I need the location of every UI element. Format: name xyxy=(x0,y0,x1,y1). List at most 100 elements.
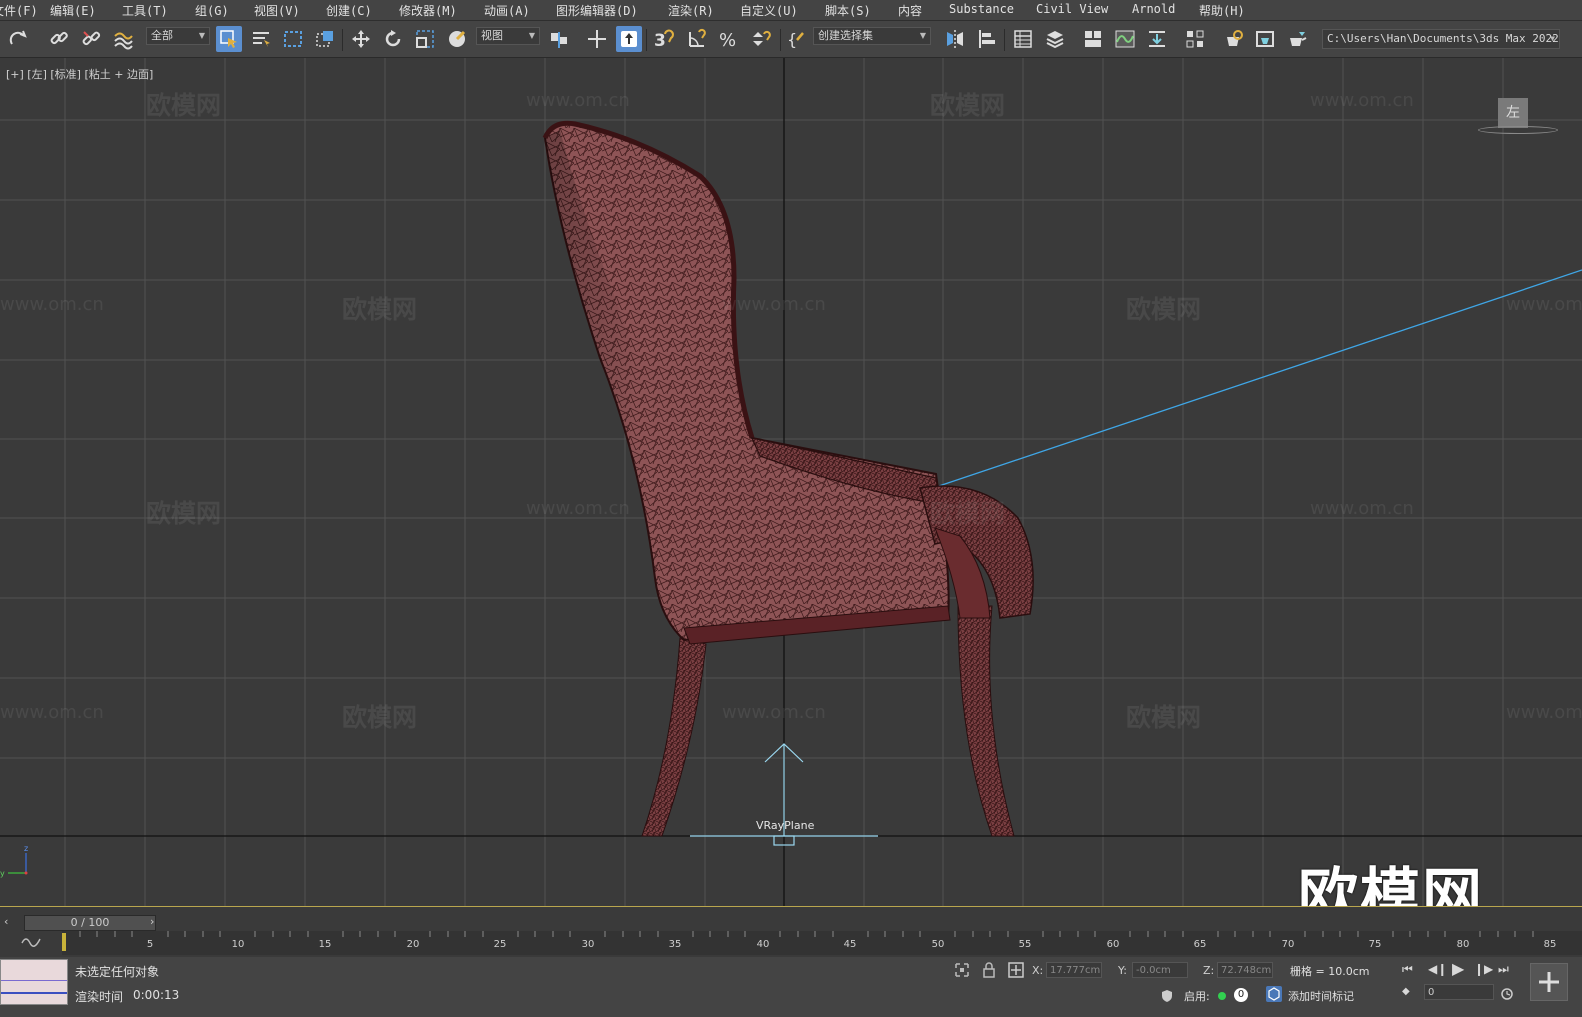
project-path-dropdown[interactable]: C:\Users\Han\Documents\3ds Max 2022 ▼ xyxy=(1322,29,1560,49)
menu-modifiers[interactable]: 修改器(M) xyxy=(399,2,457,19)
timeline-tick-label: 70 xyxy=(1281,939,1295,950)
select-object-icon[interactable] xyxy=(216,26,242,52)
lock-icon[interactable] xyxy=(982,962,996,978)
time-config-icon[interactable] xyxy=(1500,986,1514,1000)
watermark-url: www.om.cn xyxy=(526,498,630,519)
select-manipulate-icon[interactable] xyxy=(584,26,610,52)
rectangular-selection-icon[interactable] xyxy=(280,26,306,52)
reference-coord-dropdown[interactable]: 视图 ▼ xyxy=(476,27,540,45)
menu-substance[interactable]: Substance xyxy=(949,2,1014,16)
window-crossing-icon[interactable] xyxy=(312,26,338,52)
current-frame-field[interactable]: 0 xyxy=(1424,984,1494,1000)
render-setup-icon[interactable] xyxy=(1220,26,1246,52)
timeline-tick-label: 80 xyxy=(1456,939,1470,950)
x-coord-field[interactable]: 17.777cm xyxy=(1046,962,1102,978)
angle-snap-icon[interactable] xyxy=(684,26,710,52)
watermark-url: www.om.cn xyxy=(1310,498,1414,519)
viewport-label[interactable]: [+] [左] [标准] [粘土 + 边面] xyxy=(6,66,153,82)
placement-icon[interactable] xyxy=(444,26,470,52)
curve-editor-icon[interactable] xyxy=(1112,26,1138,52)
schematic-view-icon[interactable] xyxy=(1144,26,1170,52)
toggle-ribbon-icon[interactable] xyxy=(1080,26,1106,52)
bind-space-warp-icon[interactable] xyxy=(110,26,136,52)
maximize-viewport-icon[interactable] xyxy=(1530,963,1568,1001)
move-icon[interactable] xyxy=(348,26,374,52)
menu-scripting[interactable]: 脚本(S) xyxy=(825,2,871,19)
menu-help[interactable]: 帮助(H) xyxy=(1199,2,1245,19)
reference-coord-value: 视图 xyxy=(481,29,503,42)
timeline-tick-label: 5 xyxy=(146,939,154,950)
menu-civil-view[interactable]: Civil View xyxy=(1036,2,1108,16)
timeline-tick-label: 35 xyxy=(668,939,682,950)
redo-icon[interactable] xyxy=(6,26,32,52)
menu-arnold[interactable]: Arnold xyxy=(1132,2,1175,16)
menu-group[interactable]: 组(G) xyxy=(195,2,229,19)
unlink-icon[interactable] xyxy=(78,26,104,52)
menu-graph-editors[interactable]: 图形编辑器(D) xyxy=(556,2,638,19)
timeline-tick-label: 10 xyxy=(231,939,245,950)
snaps-toggle-icon[interactable]: 3 xyxy=(650,26,676,52)
align-icon[interactable] xyxy=(974,26,1000,52)
select-by-name-icon[interactable] xyxy=(248,26,274,52)
percent-snap-icon[interactable]: % xyxy=(716,26,742,52)
rendered-frame-window-icon[interactable] xyxy=(1252,26,1278,52)
time-slider-next-icon[interactable]: › xyxy=(150,915,154,928)
menu-rendering[interactable]: 渲染(R) xyxy=(668,2,714,19)
z-coord-field[interactable]: 72.748cm xyxy=(1217,962,1273,978)
menu-animation[interactable]: 动画(A) xyxy=(484,2,530,19)
maxscript-listener[interactable] xyxy=(0,959,68,1005)
time-tag-icon[interactable] xyxy=(1266,986,1282,1002)
spinner-snap-icon[interactable] xyxy=(748,26,774,52)
mini-curve-editor-icon[interactable] xyxy=(20,933,42,949)
render-time-value: 0:00:13 xyxy=(133,988,180,1002)
isolate-selection-icon[interactable] xyxy=(954,962,970,978)
layer-explorer-icon[interactable] xyxy=(1042,26,1068,52)
pivot-center-icon[interactable] xyxy=(546,26,572,52)
go-to-end-icon[interactable]: ⏭ xyxy=(1498,962,1509,977)
viewcube-ring[interactable] xyxy=(1478,126,1558,134)
time-slider-prev-icon[interactable]: ‹ xyxy=(4,915,8,928)
menu-tools[interactable]: 工具(T) xyxy=(122,2,168,19)
keyboard-shortcut-override-icon[interactable] xyxy=(616,26,642,52)
watermark: 欧模网 xyxy=(930,91,1006,120)
edit-named-selection-icon[interactable]: { xyxy=(784,26,810,52)
viewcube[interactable]: 左 xyxy=(1498,98,1528,128)
svg-text:%: % xyxy=(719,30,736,50)
selection-status: 未选定任何对象 xyxy=(75,965,160,979)
y-coord-field[interactable]: -0.0cm xyxy=(1132,962,1188,978)
material-editor-icon[interactable] xyxy=(1182,26,1208,52)
menu-file[interactable]: 文件(F) xyxy=(0,2,38,19)
selection-filter-value: 全部 xyxy=(151,29,173,42)
status-dot xyxy=(1218,992,1226,1000)
timeline-tick-label: 40 xyxy=(756,939,770,950)
time-slider[interactable]: 0 / 100 xyxy=(24,915,156,931)
previous-frame-icon[interactable]: ◀❙ xyxy=(1428,962,1447,976)
timeline-track[interactable]: 5 10 15 20 25 30 35 40 45 50 55 60 65 70… xyxy=(62,931,1582,955)
menu-edit[interactable]: 编辑(E) xyxy=(50,2,96,19)
add-time-tag-button[interactable]: 添加时间标记 xyxy=(1288,988,1354,1004)
timeline-tick-label: 15 xyxy=(318,939,332,950)
scale-icon[interactable] xyxy=(412,26,438,52)
link-icon[interactable] xyxy=(46,26,72,52)
shield-icon[interactable] xyxy=(1160,988,1174,1002)
absolute-transform-icon[interactable] xyxy=(1008,962,1024,978)
mirror-icon[interactable] xyxy=(942,26,968,52)
scene-explorer-icon[interactable] xyxy=(1010,26,1036,52)
watermark: 欧模网 xyxy=(342,703,418,732)
rotate-icon[interactable] xyxy=(380,26,406,52)
timeline-tick-label: 60 xyxy=(1106,939,1120,950)
go-to-start-icon[interactable]: ⏮ xyxy=(1402,962,1413,977)
watermark-url: www.om.cn xyxy=(1506,702,1582,723)
watermark-url: www.om.cn xyxy=(722,702,826,723)
next-frame-icon[interactable]: ❙▶ xyxy=(1474,962,1493,976)
key-mode-icon[interactable]: ◆ xyxy=(1402,986,1410,997)
render-production-icon[interactable] xyxy=(1284,26,1310,52)
play-icon[interactable]: ▶ xyxy=(1452,959,1464,978)
named-selection-dropdown[interactable]: 创建选择集 ▼ xyxy=(813,27,931,45)
menu-content[interactable]: 内容 xyxy=(898,2,922,19)
selection-filter-dropdown[interactable]: 全部 ▼ xyxy=(146,27,210,45)
left-viewport[interactable]: VRayPlane z y [+] [左] [标准] [粘土 + 边面] 左 欧… xyxy=(0,58,1582,906)
menu-view[interactable]: 视图(V) xyxy=(254,2,300,19)
menu-create[interactable]: 创建(C) xyxy=(326,2,372,19)
menu-customize[interactable]: 自定义(U) xyxy=(740,2,798,19)
